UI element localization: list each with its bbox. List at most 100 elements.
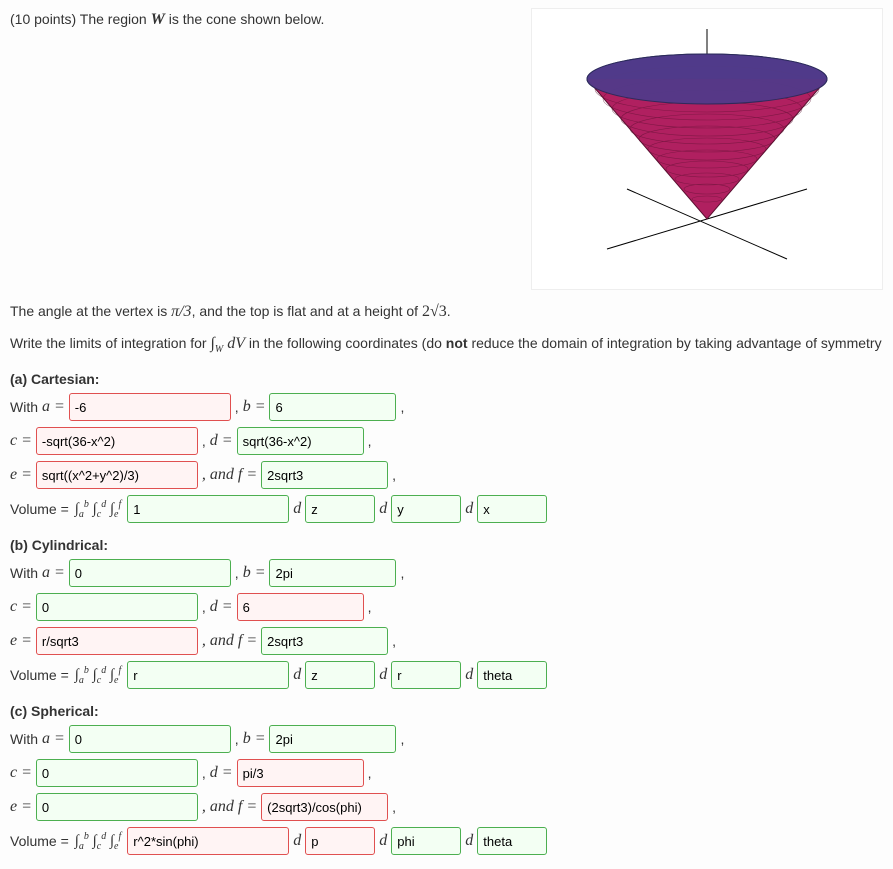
d-label: d: [293, 500, 301, 518]
angle-line: The angle at the vertex is π/3, and the …: [10, 300, 883, 324]
input-c-d[interactable]: [237, 759, 364, 787]
comma: ,: [202, 433, 206, 449]
part-b-row-ef: e = , and f = ,: [10, 627, 883, 655]
input-c-c[interactable]: [36, 759, 198, 787]
d-eq: d =: [210, 432, 233, 450]
input-a-integrand[interactable]: [127, 495, 289, 523]
d-eq: d =: [210, 598, 233, 616]
instr-pre: Write the limits of integration for: [10, 335, 210, 351]
height-value: 2√3: [422, 303, 447, 320]
triple-integral-icon: ∫ab ∫cd ∫ef: [75, 665, 122, 686]
input-a-f[interactable]: [261, 461, 388, 489]
part-b-row-cd: c = , d = ,: [10, 593, 883, 621]
comma: ,: [400, 399, 404, 415]
triple-integral-icon: ∫ab ∫cd ∫ef: [75, 499, 122, 520]
part-b-title: (b) Cylindrical:: [10, 537, 883, 553]
angle-end: .: [447, 303, 451, 319]
part-b-row-ab: With a = , b = ,: [10, 559, 883, 587]
instr-tail: reduce the domain of integration by taki…: [468, 335, 882, 351]
with-label: With: [10, 565, 38, 581]
a-eq: a =: [42, 564, 65, 582]
comma: ,: [202, 599, 206, 615]
c-eq: c =: [10, 432, 32, 450]
d-label: d: [379, 666, 387, 684]
input-b-d[interactable]: [237, 593, 364, 621]
with-label: With: [10, 399, 38, 415]
input-b-integrand[interactable]: [127, 661, 289, 689]
and-f-eq: , and f =: [202, 632, 257, 650]
input-b-c[interactable]: [36, 593, 198, 621]
input-c-a[interactable]: [69, 725, 231, 753]
comma: ,: [392, 467, 396, 483]
instr-dv: dV: [223, 335, 245, 352]
input-c-d3[interactable]: [477, 827, 547, 855]
input-b-d1[interactable]: [305, 661, 375, 689]
instr-not: not: [446, 335, 468, 351]
input-a-a[interactable]: [69, 393, 231, 421]
with-label: With: [10, 731, 38, 747]
comma: ,: [202, 765, 206, 781]
input-b-d2[interactable]: [391, 661, 461, 689]
d-label: d: [379, 500, 387, 518]
part-a-row-ab: With a = , b = ,: [10, 393, 883, 421]
comma: ,: [368, 433, 372, 449]
input-b-e[interactable]: [36, 627, 198, 655]
input-a-d1[interactable]: [305, 495, 375, 523]
cone-svg: [547, 19, 867, 279]
instr-sub: W: [215, 344, 223, 355]
part-c-row-ef: e = , and f = ,: [10, 793, 883, 821]
part-a-row-cd: c = , d = ,: [10, 427, 883, 455]
a-eq: a =: [42, 730, 65, 748]
comma: ,: [368, 599, 372, 615]
input-b-a[interactable]: [69, 559, 231, 587]
instructions-line: Write the limits of integration for ∫W d…: [10, 332, 883, 357]
triple-integral-icon: ∫ab ∫cd ∫ef: [75, 831, 122, 852]
volume-label: Volume =: [10, 501, 69, 517]
points-text: (10 points) The region W is the cone sho…: [10, 11, 324, 27]
and-f-eq: , and f =: [202, 466, 257, 484]
b-eq: b =: [243, 730, 266, 748]
e-eq: e =: [10, 632, 32, 650]
part-c-row-cd: c = , d = ,: [10, 759, 883, 787]
instr-post: in the following coordinates (do: [245, 335, 446, 351]
input-c-d1[interactable]: [305, 827, 375, 855]
input-a-b[interactable]: [269, 393, 396, 421]
part-c-title: (c) Spherical:: [10, 703, 883, 719]
input-a-d[interactable]: [237, 427, 364, 455]
and-f-eq: , and f =: [202, 798, 257, 816]
d-label: d: [293, 832, 301, 850]
input-a-d3[interactable]: [477, 495, 547, 523]
b-eq: b =: [243, 564, 266, 582]
d-label: d: [465, 500, 473, 518]
comma: ,: [235, 565, 239, 581]
d-eq: d =: [210, 764, 233, 782]
input-c-d2[interactable]: [391, 827, 461, 855]
cone-figure: [531, 8, 883, 290]
c-eq: c =: [10, 764, 32, 782]
e-eq: e =: [10, 466, 32, 484]
comma: ,: [400, 565, 404, 581]
input-b-f[interactable]: [261, 627, 388, 655]
input-a-e[interactable]: [36, 461, 198, 489]
b-eq: b =: [243, 398, 266, 416]
comma: ,: [235, 399, 239, 415]
input-c-b[interactable]: [269, 725, 396, 753]
comma: ,: [235, 731, 239, 747]
d-label: d: [465, 832, 473, 850]
angle-mid: , and the top is flat and at a height of: [192, 303, 422, 319]
input-b-d3[interactable]: [477, 661, 547, 689]
input-c-integrand[interactable]: [127, 827, 289, 855]
a-eq: a =: [42, 398, 65, 416]
comma: ,: [392, 799, 396, 815]
input-c-e[interactable]: [36, 793, 198, 821]
d-label: d: [379, 832, 387, 850]
c-eq: c =: [10, 598, 32, 616]
part-a-row-vol: Volume = ∫ab ∫cd ∫ef d d d: [10, 495, 883, 523]
part-a-row-ef: e = , and f = ,: [10, 461, 883, 489]
d-label: d: [465, 666, 473, 684]
input-a-d2[interactable]: [391, 495, 461, 523]
d-label: d: [293, 666, 301, 684]
input-c-f[interactable]: [261, 793, 388, 821]
input-b-b[interactable]: [269, 559, 396, 587]
input-a-c[interactable]: [36, 427, 198, 455]
